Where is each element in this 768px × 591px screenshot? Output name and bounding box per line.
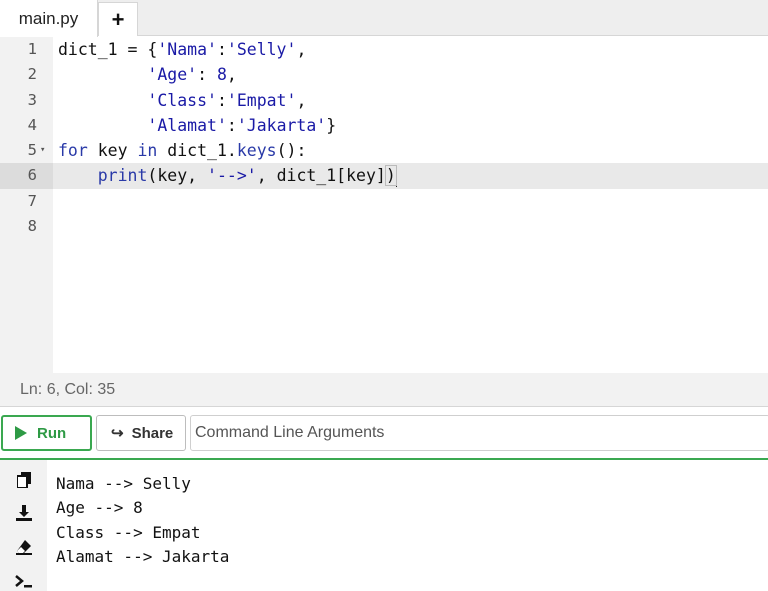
code-text: dict_1 = {'Nama':'Selly', — [58, 37, 306, 62]
share-arrow-icon: ↪ — [111, 425, 124, 442]
code-token: dict_1 = { — [58, 40, 158, 59]
code-line[interactable]: 6 print(key, '-->', dict_1[key]) — [0, 163, 768, 189]
output-line: Age --> 8 — [56, 498, 143, 518]
fold-toggle-icon[interactable]: ▾ — [40, 138, 45, 163]
add-tab-button[interactable]: + — [98, 2, 138, 36]
code-editor[interactable]: 1 dict_1 = {'Nama':'Selly', 2 'Age': 8, 3 '… — [0, 37, 768, 373]
code-token: 8 — [216, 65, 227, 85]
code-token: 'Age' — [147, 65, 198, 85]
code-token: 'Empat' — [226, 90, 297, 110]
code-token: '-->' — [207, 166, 257, 186]
share-label: Share — [131, 424, 174, 442]
code-token: , — [296, 40, 307, 59]
eraser-icon[interactable] — [13, 536, 35, 558]
output-line: Class --> Empat — [56, 522, 201, 542]
line-number: 2 — [27, 65, 37, 84]
code-token: , dict_1[key] — [256, 166, 386, 186]
code-token: 'Nama' — [157, 40, 217, 59]
output-line: Nama --> Selly — [56, 474, 191, 493]
code-line[interactable]: 7 — [0, 189, 768, 214]
editor-status-bar: Ln: 6, Col: 35 — [0, 373, 768, 407]
line-number: 8 — [27, 217, 37, 236]
line-number: 7 — [27, 191, 37, 210]
tab-bar: main.py + — [0, 0, 768, 37]
cursor-position: Ln: 6, Col: 35 — [20, 380, 116, 398]
code-text: 'Age': 8, — [58, 62, 237, 87]
code-token: print — [97, 166, 148, 186]
code-token: , — [226, 65, 237, 85]
code-token: } — [326, 115, 337, 135]
code-token: key — [87, 141, 138, 161]
code-token: dict_1. — [157, 141, 237, 161]
output-line: Alamat --> Jakarta — [56, 546, 230, 566]
run-label: Run — [37, 424, 67, 442]
code-token: : — [197, 65, 217, 85]
code-token: 'Alamat' — [147, 115, 227, 135]
code-token: , — [296, 90, 307, 110]
tab-label: main.py — [18, 8, 79, 28]
line-number: 4 — [27, 115, 37, 134]
line-number: 6 — [0, 163, 53, 189]
copy-icon[interactable] — [13, 469, 35, 491]
code-line[interactable]: 2 'Age': 8, — [0, 62, 768, 87]
run-button[interactable]: Run — [1, 415, 92, 451]
code-line[interactable]: 4 'Alamat':'Jakarta'} — [0, 113, 768, 138]
text-cursor — [395, 166, 397, 187]
code-lines[interactable]: 1 dict_1 = {'Nama':'Selly', 2 'Age': 8, 3 '… — [0, 37, 768, 239]
play-icon — [15, 426, 27, 440]
code-line[interactable]: 8 — [0, 214, 768, 239]
code-token: in — [137, 141, 158, 161]
program-output: Nama --> Selly Age --> 8 Class --> Empat Al… — [56, 472, 229, 569]
code-line[interactable]: 3 'Class':'Empat', — [0, 88, 768, 113]
code-token: : — [216, 90, 227, 110]
code-token: for — [58, 141, 88, 161]
code-token: ) — [384, 165, 397, 187]
terminal-icon[interactable] — [13, 570, 35, 591]
download-icon[interactable] — [13, 502, 35, 524]
code-text: 'Class':'Empat', — [58, 88, 306, 113]
plus-icon: + — [111, 6, 125, 32]
tab-main-py[interactable]: main.py — [0, 0, 98, 37]
code-token: 'Class' — [147, 90, 217, 110]
code-token: (key, — [147, 166, 208, 186]
line-number: 1 — [27, 40, 37, 58]
code-token: 'Jakarta' — [236, 115, 327, 135]
code-text: 'Alamat':'Jakarta'} — [58, 113, 336, 138]
code-text: for key in dict_1.keys(): — [58, 138, 306, 163]
code-token: : — [226, 115, 237, 135]
code-token: keys — [236, 141, 277, 161]
run-toolbar: Run ↪ Share — [0, 408, 768, 458]
output-sidebar — [0, 460, 47, 591]
code-token: 'Selly' — [226, 40, 297, 59]
code-token: (): — [276, 141, 307, 161]
share-button[interactable]: ↪ Share — [96, 415, 186, 451]
code-line[interactable]: 1 dict_1 = {'Nama':'Selly', — [0, 37, 768, 62]
code-text: print(key, '-->', dict_1[key]) — [58, 163, 397, 188]
code-line[interactable]: 5 ▾ for key in dict_1.keys(): — [0, 138, 768, 163]
command-line-arguments-input[interactable] — [190, 415, 768, 451]
line-number: 3 — [27, 90, 37, 109]
code-token: : — [216, 40, 227, 59]
output-panel: Nama --> Selly Age --> 8 Class --> Empat Al… — [0, 458, 768, 591]
